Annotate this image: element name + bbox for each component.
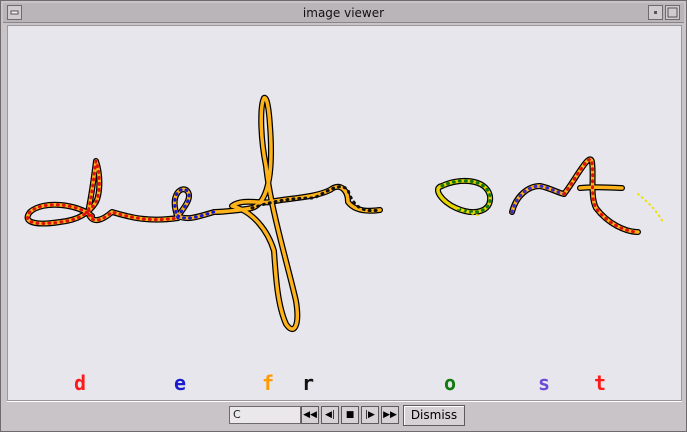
title-bar[interactable]: image viewer <box>3 3 684 23</box>
minimize-icon <box>654 11 657 14</box>
first-frame-button[interactable]: ◀◀ <box>301 406 319 424</box>
letter-e: e <box>174 371 187 395</box>
letter-t: t <box>594 371 607 395</box>
first-frame-icon: ◀◀ <box>303 410 317 420</box>
last-frame-button[interactable]: ▶▶ <box>381 406 399 424</box>
minimize-button[interactable] <box>648 5 663 20</box>
image-viewer-window: image viewer d e f r o s t C ◀◀ ◀| ■ |▶ … <box>0 0 687 432</box>
last-frame-icon: ▶▶ <box>383 410 397 420</box>
stop-button[interactable]: ■ <box>341 406 359 424</box>
playback-controls: C ◀◀ ◀| ■ |▶ ▶▶ Dismiss <box>7 401 682 429</box>
step-forward-icon: |▶ <box>365 410 375 420</box>
letter-o: o <box>444 371 457 395</box>
step-back-icon: ◀| <box>325 410 335 420</box>
letter-r: r <box>302 371 315 395</box>
maximize-icon <box>667 7 678 18</box>
letter-s: s <box>538 371 551 395</box>
letter-d: d <box>74 371 87 395</box>
step-forward-button[interactable]: |▶ <box>361 406 379 424</box>
handwriting-trace <box>24 94 665 332</box>
image-canvas: d e f r o s t <box>7 25 682 401</box>
maximize-button[interactable] <box>665 5 680 20</box>
window-title: image viewer <box>302 6 385 20</box>
stop-icon: ■ <box>345 410 355 420</box>
step-back-button[interactable]: ◀| <box>321 406 339 424</box>
dismiss-button[interactable]: Dismiss <box>403 405 465 426</box>
letter-f: f <box>262 371 275 395</box>
frame-field[interactable]: C <box>229 406 301 424</box>
